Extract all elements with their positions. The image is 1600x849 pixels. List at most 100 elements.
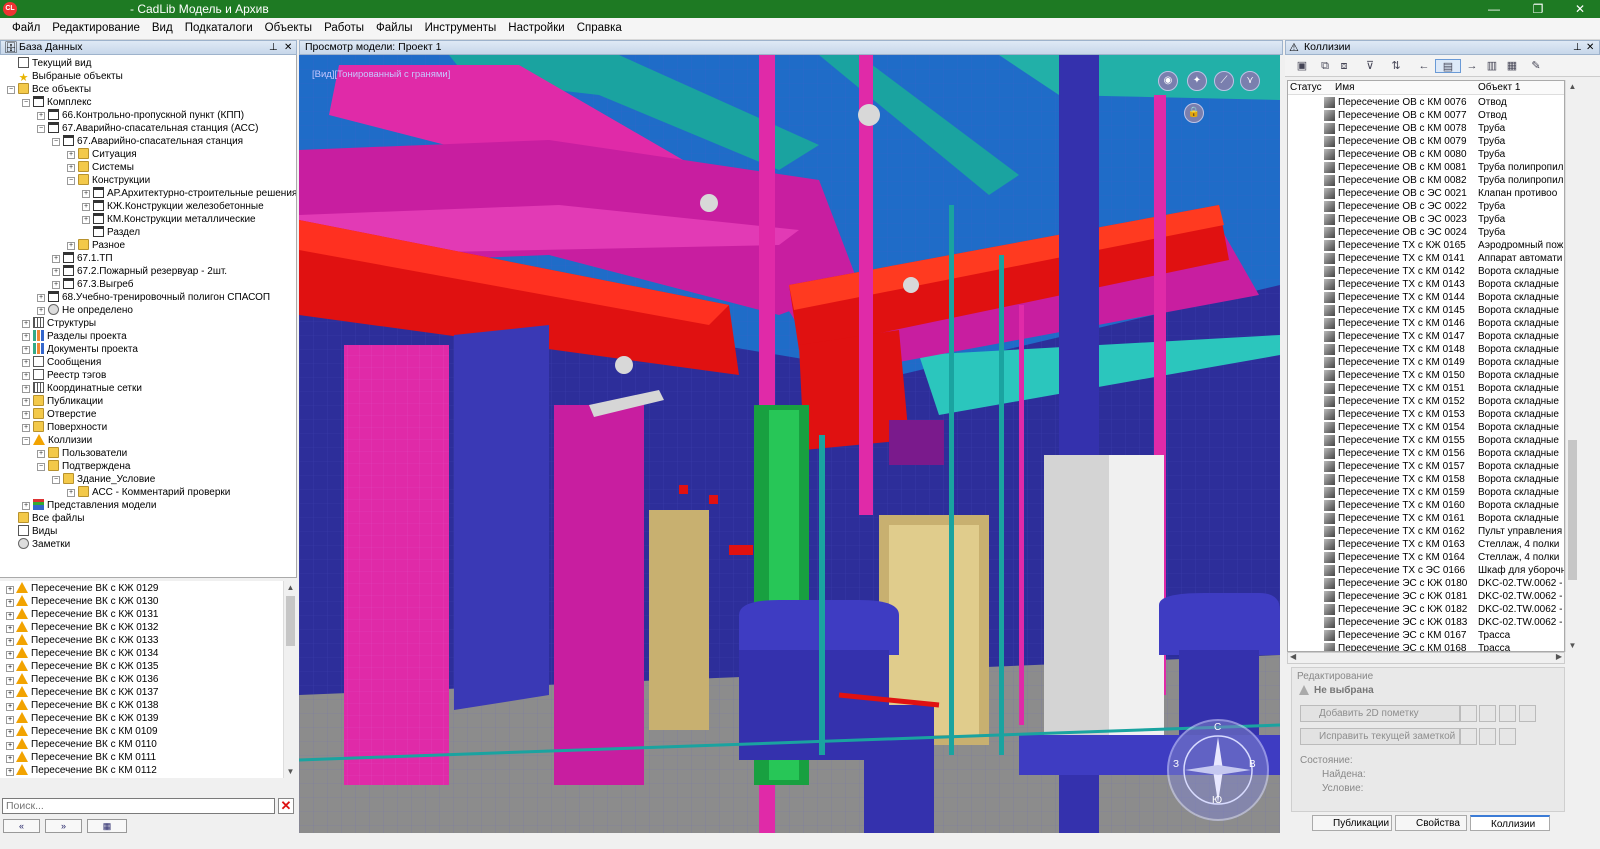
collapse-icon[interactable]: − [37, 125, 45, 133]
collapse-icon[interactable]: − [22, 99, 30, 107]
minimize-button[interactable]: — [1474, 0, 1514, 18]
orbit-icon[interactable]: ✦ [1187, 71, 1207, 91]
table-row[interactable]: Пересечение ТХ с КМ 0144 Ворота складные [1288, 291, 1564, 304]
tree-node[interactable]: + Системы [67, 161, 134, 174]
expand-icon[interactable]: + [22, 411, 30, 419]
tree-node[interactable]: + Ситуация [67, 148, 137, 161]
tree-node[interactable]: + КМ.Конструкции металлические [82, 213, 256, 226]
col-name[interactable]: Имя [1335, 81, 1354, 95]
expand-icon[interactable]: + [6, 664, 14, 672]
menu-item[interactable]: Справка [571, 18, 628, 34]
table-row[interactable]: Пересечение ЭС с КМ 0168 Трасса [1288, 642, 1564, 651]
tree-node[interactable]: + Представления модели [22, 499, 156, 512]
paste-icon[interactable]: ⧈ [1337, 59, 1351, 73]
expand-icon[interactable]: + [22, 320, 30, 328]
collapse-icon[interactable]: − [52, 138, 60, 146]
expand-icon[interactable]: + [67, 151, 75, 159]
expand-icon[interactable]: + [6, 755, 14, 763]
table-row[interactable]: Пересечение ТХ с КМ 0155 Ворота складные [1288, 434, 1564, 447]
list-item[interactable]: + Пересечение ВК с КЖ 0131 [6, 608, 158, 621]
table-row[interactable]: !Пересечение ОВ с КМ 0079Труба [1288, 135, 1564, 148]
tree-node[interactable]: +67.3.Выгреб [52, 278, 133, 291]
expand-icon[interactable]: + [67, 489, 75, 497]
tree-node[interactable]: + Поверхности [22, 421, 107, 434]
table-row[interactable]: Пересечение ЭС с КЖ 0180 DKC-02.TW.0062 - [1288, 577, 1564, 590]
tree-node[interactable]: +67.2.Пожарный резервуар - 2шт. [52, 265, 227, 278]
select-icon[interactable]: ▤ [1435, 59, 1461, 73]
scroll-left-icon[interactable]: ◀ [1290, 652, 1296, 661]
back-icon[interactable]: ← [1417, 59, 1431, 73]
list-item[interactable]: + Пересечение ВК с КЖ 0133 [6, 634, 158, 647]
tree-node[interactable]: Заметки [18, 538, 70, 551]
tree-node[interactable]: Текущий вид [18, 57, 92, 70]
copy-icon[interactable]: ⧉ [1318, 59, 1332, 73]
collisions-hscroll[interactable]: ◀ ▶ [1287, 652, 1565, 664]
import-icon[interactable]: ▦ [1505, 59, 1519, 73]
dropdown-arrow-icon[interactable] [1460, 705, 1477, 722]
new-check-icon[interactable]: ▣ [1295, 59, 1309, 73]
expand-icon[interactable]: + [6, 690, 14, 698]
table-row[interactable]: Пересечение ТХ с КМ 0151 Ворота складные [1288, 382, 1564, 395]
table-row[interactable]: Пересечение ТХ с КМ 0154 Ворота складные [1288, 421, 1564, 434]
table-row[interactable]: Пересечение ОВ с КМ 0080 Труба [1288, 148, 1564, 161]
scroll-thumb[interactable] [1568, 440, 1577, 580]
note-icon[interactable] [1479, 728, 1496, 745]
tree-node[interactable]: +66.Контрольно-пропускной пункт (КПП) [37, 109, 244, 122]
list-item[interactable]: + Пересечение ВК с КМ 0109 [6, 725, 158, 738]
table-row[interactable]: Пересечение ТХ с КМ 0159 Ворота складные [1288, 486, 1564, 499]
expand-icon[interactable]: + [22, 502, 30, 510]
menu-item[interactable]: Редактирование [46, 18, 146, 34]
table-row[interactable]: Пересечение ТХ с КМ 0161 Ворота складные [1288, 512, 1564, 525]
menu-item[interactable]: Объекты [259, 18, 318, 34]
export-icon[interactable]: ▥ [1485, 59, 1499, 73]
menu-item[interactable]: Настройки [502, 18, 570, 34]
table-row[interactable]: Пересечение ОВ с КМ 0078 Труба [1288, 122, 1564, 135]
expand-icon[interactable]: + [37, 307, 45, 315]
search-input[interactable] [2, 798, 275, 814]
table-row[interactable]: Пересечение ТХ с КЖ 0165 Аэродромный пож [1288, 239, 1564, 252]
menu-item[interactable]: Подкаталоги [179, 18, 259, 34]
tab-next[interactable]: » [45, 819, 82, 833]
tree-node[interactable]: + Разделы проекта [22, 330, 127, 343]
expand-icon[interactable]: + [22, 398, 30, 406]
tab-prev[interactable]: « [3, 819, 40, 833]
tab-collisions[interactable]: Коллизии [1470, 815, 1550, 831]
add-2d-mark-button[interactable]: Добавить 2D пометку [1300, 705, 1460, 722]
tree-node[interactable]: Все файлы [18, 512, 84, 525]
table-row[interactable]: Пересечение ТХ с КМ 0149 Ворота складные [1288, 356, 1564, 369]
expand-icon[interactable]: + [6, 677, 14, 685]
filter-icon[interactable]: ⊽ [1363, 59, 1377, 73]
tree-node[interactable]: + Публикации [22, 395, 103, 408]
table-row[interactable]: Пересечение ОВ с КМ 0076 Отвод [1288, 96, 1564, 109]
model-3d-viewport[interactable]: С В Ю З [299, 55, 1280, 833]
tree-node[interactable]: +67.1.ТП [52, 252, 113, 265]
expand-icon[interactable]: + [22, 359, 30, 367]
tree-node[interactable]: Раздел [93, 226, 140, 239]
table-row[interactable]: Пересечение ЭС с КЖ 0183 DKC-02.TW.0062 - [1288, 616, 1564, 629]
menu-item[interactable]: Файлы [370, 18, 419, 34]
expand-icon[interactable]: + [82, 190, 90, 198]
collapse-icon[interactable]: − [52, 476, 60, 484]
tree-node[interactable]: + Координатные сетки [22, 382, 142, 395]
tree-node[interactable]: − Подтверждена [37, 460, 130, 473]
table-row[interactable]: !Пересечение ОВ с КМ 0081Труба полипропи… [1288, 161, 1564, 174]
expand-icon[interactable]: + [37, 112, 45, 120]
expand-icon[interactable]: + [52, 281, 60, 289]
table-row[interactable]: Пересечение ТХ с КМ 0156 Ворота складные [1288, 447, 1564, 460]
collapse-icon[interactable]: − [37, 463, 45, 471]
expand-icon[interactable]: + [67, 164, 75, 172]
table-row[interactable]: Пересечение ТХ с КМ 0162 Пульт управления [1288, 525, 1564, 538]
mark-edit-icon[interactable] [1499, 705, 1516, 722]
table-row[interactable]: !Пересечение ОВ с ЭС 0023Труба [1288, 213, 1564, 226]
col-status[interactable]: Статус [1290, 81, 1322, 95]
close-window-button[interactable]: ✕ [1560, 0, 1600, 18]
tree-node[interactable]: + Реестр тэгов [22, 369, 106, 382]
forward-icon[interactable]: → [1465, 59, 1479, 73]
expand-icon[interactable]: + [6, 742, 14, 750]
expand-icon[interactable]: + [6, 599, 14, 607]
tab-properties[interactable]: Свойства [1395, 815, 1467, 831]
mark-delete-icon[interactable] [1519, 705, 1536, 722]
mark-tool-icon[interactable] [1479, 705, 1496, 722]
table-row[interactable]: Пересечение ТХ с КМ 0153 Ворота складные [1288, 408, 1564, 421]
list-item[interactable]: + Пересечение ВК с КЖ 0136 [6, 673, 158, 686]
